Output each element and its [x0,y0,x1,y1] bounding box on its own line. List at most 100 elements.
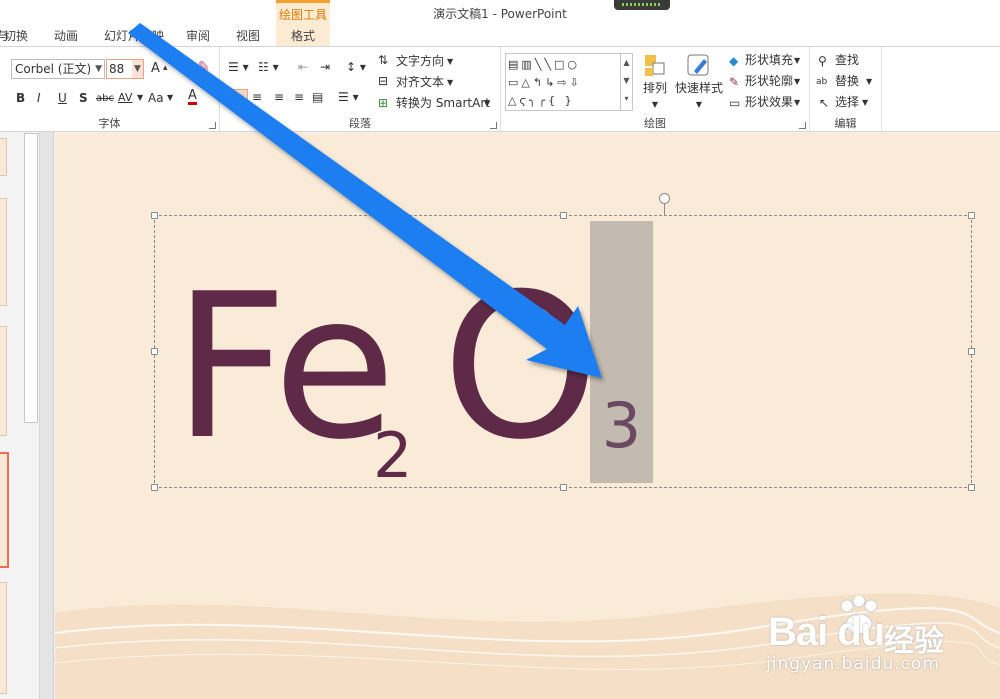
justify-icon[interactable]: ≡ [294,90,304,104]
formula-subscript-2[interactable]: 2 [373,336,412,576]
font-size-value: 88 [109,62,125,76]
drawing-group-label: 绘图 [644,117,666,130]
align-text-button[interactable]: 对齐文本 [396,74,444,90]
watermark-brand: Bai du [768,610,885,654]
chevron-down-icon: ▼ [132,60,143,78]
find-button[interactable]: 查找 [835,52,859,68]
shape-effects-button[interactable]: 形状效果 [745,94,793,110]
numbering-icon[interactable]: ☷ ▾ [258,60,279,74]
resize-handle-e[interactable] [968,348,975,355]
quick-styles-label: 快速样式 [675,81,724,95]
tab-format[interactable]: 格式 [276,27,330,44]
shape-outline-button[interactable]: 形状轮廓 [745,73,793,89]
align-right-icon[interactable]: ≡ [274,90,284,104]
font-dialog-launcher-icon[interactable] [209,122,216,129]
text-direction-button[interactable]: 文字方向 [396,53,444,69]
shape-effects-icon: ▭ [729,96,741,110]
chevron-down-icon: ▼ [484,99,491,108]
resize-handle-sw[interactable] [151,484,158,491]
panel-splitter[interactable] [40,132,54,699]
slide-thumbnail[interactable] [0,138,7,176]
tab-transitions[interactable]: 切换 [4,27,28,44]
decrease-indent-icon[interactable]: ⇤ [298,60,308,74]
replace-icon: ab [816,77,828,87]
bold-button[interactable]: B [16,91,25,105]
separator-icon: | [176,60,180,71]
arrange-button[interactable]: 排列 ▼ [639,53,671,112]
replace-button[interactable]: 替换 [835,73,859,89]
chevron-down-icon: ▼ [447,57,454,66]
align-text-icon: ⊟ [378,74,389,88]
slide-thumbnail[interactable] [0,198,7,306]
bullets-icon[interactable]: ☰ ▾ [228,60,249,74]
chevron-down-icon: ▼ [862,98,869,107]
resize-handle-se[interactable] [968,484,975,491]
drawing-dialog-launcher-icon[interactable] [799,122,806,129]
rotate-line [664,204,665,216]
paragraph-dialog-launcher-icon[interactable] [490,122,497,129]
change-case-button[interactable]: Aa [148,91,164,105]
title-bar: 演示文稿1 - PowerPoint [0,0,1000,24]
ribbon-tabs: 与 切换 动画 幻灯片放映 审阅 视图 [0,24,1000,46]
tab-slideshow[interactable]: 幻灯片放映 [104,27,164,44]
tab-animations[interactable]: 动画 [54,27,78,44]
gallery-scroll[interactable]: ▲ ▼ ▾ [620,54,632,110]
slide-canvas[interactable]: Fe 2 O 3 Bai du 经验 jingyan.baidu.com [55,133,1000,699]
slide-thumbnail[interactable] [0,326,7,436]
shadow-button[interactable]: S [79,91,88,105]
arrange-label: 排列 [642,81,667,95]
slide-thumbnail-selected[interactable] [0,452,9,568]
shapes-gallery[interactable]: ▤▥╲╲□○ ▭△↰↳⇨⇩ △ϛ╮╭{ } ▲ ▼ ▾ [505,53,633,111]
baidu-watermark: Bai du 经验 jingyan.baidu.com [764,596,1000,686]
contextual-group-label: 绘图工具 [278,8,327,22]
font-group-label: 字体 [98,117,121,130]
strikethrough-button[interactable]: abc [96,92,114,106]
font-size-select[interactable]: 88 ▼ [106,59,144,79]
quick-styles-icon [687,54,709,76]
resize-handle-nw[interactable] [151,212,158,219]
italic-button[interactable]: I [37,91,41,105]
chevron-down-icon: ▼ [794,56,801,65]
line-spacing-icon[interactable]: ↕ ▾ [346,60,366,74]
char-spacing-button[interactable]: AV [118,91,132,105]
chevron-down-icon: ▼ [137,93,144,102]
resize-handle-n[interactable] [560,212,567,219]
formula-subscript-3-selected[interactable]: 3 [590,361,653,491]
font-name-value: Corbel (正文) [15,62,92,76]
quick-styles-button[interactable]: 快速样式 ▼ [675,53,723,112]
smartart-icon: ⊞ [378,96,389,110]
underline-button[interactable]: U [58,91,67,105]
align-center-icon[interactable]: ≡ [252,90,262,104]
convert-smartart-button[interactable]: 转换为 SmartArt [396,95,490,111]
tab-review[interactable]: 审阅 [186,27,210,44]
tab-view[interactable]: 视图 [236,27,260,44]
slide-thumbnail[interactable] [0,582,7,694]
font-name-select[interactable]: Corbel (正文) ▼ [11,59,105,79]
distribute-icon[interactable]: ▤ [312,90,323,104]
formula-fe-text[interactable]: Fe [173,248,396,488]
window-title: 演示文稿1 - PowerPoint [433,7,567,21]
chevron-down-icon: ▼ [794,98,801,107]
battery-indicator-icon [614,0,670,10]
rotate-handle[interactable] [659,193,670,204]
shapes-grid-icon[interactable]: ▤▥╲╲□○ ▭△↰↳⇨⇩ △ϛ╮╭{ } [508,56,620,110]
editing-group-label: 编辑 [834,117,857,130]
grow-font-button[interactable]: A [151,62,160,76]
text-box-selected[interactable]: Fe 2 O 3 [151,193,975,492]
align-left-icon[interactable]: ≡ [230,89,249,107]
chevron-down-icon: ▼ [167,93,174,102]
formula-o-text[interactable]: O [442,248,599,488]
columns-icon[interactable]: ☰ ▾ [338,90,359,104]
increase-indent-icon[interactable]: ⇥ [320,60,330,74]
drawing-group: ▤▥╲╲□○ ▭△↰↳⇨⇩ △ϛ╮╭{ } ▲ ▼ ▾ 排列 ▼ 快速样式 ▼ ◆ 形状填充… [501,47,810,133]
resize-handle-ne[interactable] [968,212,975,219]
ribbon: Corbel (正文) ▼ 88 ▼ A ▴ | ✎ B I U S abc A… [0,46,1000,133]
font-color-button[interactable]: A [188,89,197,105]
chevron-down-icon: ▼ [866,77,873,86]
clear-format-eraser-icon[interactable]: ✎ [198,60,210,74]
resize-handle-w[interactable] [151,348,158,355]
arrange-icon [645,55,665,76]
thumbnails-scrollbar[interactable] [24,133,38,423]
shape-fill-button[interactable]: 形状填充 [745,52,793,68]
select-button[interactable]: 选择 [835,94,859,110]
